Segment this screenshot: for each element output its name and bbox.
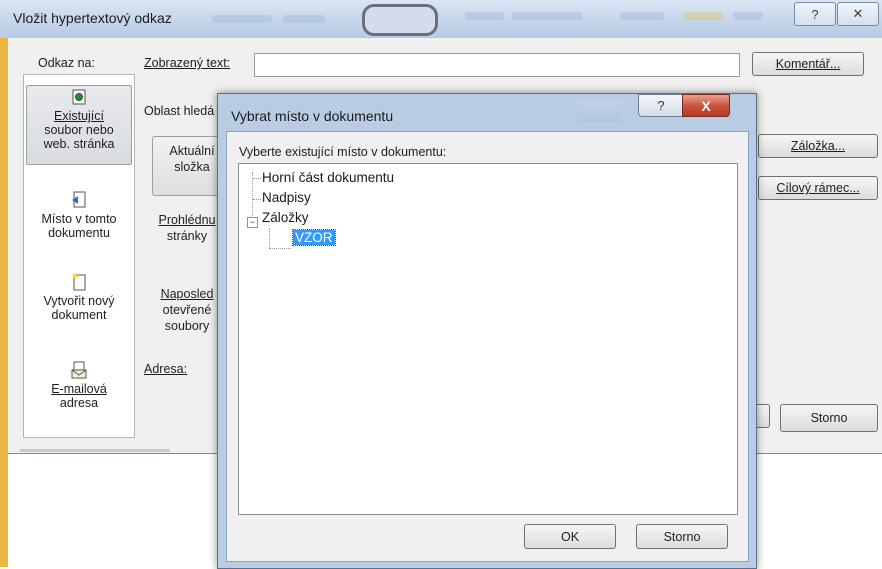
blurred-title-text <box>212 15 272 23</box>
modal-instruction: Vyberte existující místo v dokumentu: <box>239 145 447 159</box>
blurred-title-text <box>683 12 723 20</box>
modal-title: Vybrat místo v dokumentu <box>231 108 394 124</box>
bookmark-button[interactable]: Záložka... <box>758 134 878 158</box>
web-page-icon <box>71 88 87 106</box>
new-document-icon <box>71 273 87 291</box>
outer-dialog-title: Vložit hypertextový odkaz <box>13 10 172 26</box>
display-text-label: Zobrazený text: <box>144 56 231 70</box>
comment-button[interactable]: Komentář... <box>752 52 864 76</box>
modal-close-button[interactable]: X <box>682 94 730 117</box>
blurred-title-text <box>283 15 325 23</box>
display-text-input[interactable] <box>254 53 740 77</box>
outer-title-bar: Vložit hypertextový odkaz ? ✕ <box>0 0 882 38</box>
blurred-title-text <box>578 100 622 122</box>
email-icon <box>71 361 87 379</box>
tree-line <box>253 178 261 179</box>
sidebar-item-place-in-document[interactable]: Místo v tomto dokumentu <box>24 191 134 240</box>
modal-help-button[interactable]: ? <box>638 94 684 117</box>
left-accent-strip <box>0 0 8 567</box>
close-icon: ✕ <box>852 6 864 21</box>
tree-line <box>269 248 291 249</box>
ok-button-partial[interactable] <box>756 404 770 428</box>
tree-line <box>269 228 270 248</box>
target-frame-button[interactable]: Cílový rámec... <box>758 176 878 200</box>
blurred-status-strip <box>20 449 170 452</box>
help-icon: ? <box>811 6 819 22</box>
help-icon: ? <box>657 98 665 113</box>
link-to-label: Odkaz na: <box>38 56 95 70</box>
ok-button[interactable]: OK <box>524 524 616 549</box>
blurred-title-text <box>733 12 763 20</box>
blurred-title-text <box>620 12 665 20</box>
tree-item-vzor[interactable]: VZOR <box>292 229 336 246</box>
tree-item-top-of-document[interactable]: Horní část dokumentu <box>262 170 394 185</box>
tree-item-headings[interactable]: Nadpisy <box>262 190 311 205</box>
close-icon: X <box>701 97 711 114</box>
tree-line <box>252 172 253 222</box>
link-to-sidebar: Existující soubor nebo web. stránka Míst… <box>23 74 135 438</box>
browsed-pages-button[interactable]: Prohlédnu stránky <box>152 212 222 244</box>
recent-files-button[interactable]: Naposled otevřené soubory <box>152 286 222 334</box>
sidebar-item-existing-file[interactable]: Existující soubor nebo web. stránka <box>26 85 132 165</box>
collapse-icon[interactable]: − <box>247 217 258 228</box>
tree-line <box>253 199 261 200</box>
look-in-label: Oblast hledá <box>144 104 215 118</box>
place-tree[interactable]: Horní část dokumentu Nadpisy − Záložky V… <box>238 163 738 515</box>
modal-client-area: Vyberte existující místo v dokumentu: Ho… <box>226 131 749 562</box>
blurred-title-text <box>465 12 505 20</box>
place-in-document-icon <box>71 191 87 209</box>
sidebar-item-new-document[interactable]: Vytvořit nový dokument <box>24 273 134 322</box>
outer-close-button[interactable]: ✕ <box>837 2 879 26</box>
outer-cancel-button[interactable]: Storno <box>780 404 878 432</box>
title-bar-blurred-control <box>362 4 438 36</box>
sidebar-item-email[interactable]: E-mailová adresa <box>24 361 134 410</box>
outer-help-button[interactable]: ? <box>794 2 836 26</box>
modal-cancel-button[interactable]: Storno <box>636 524 728 549</box>
address-label: Adresa: <box>144 362 188 376</box>
blurred-title-text <box>512 12 582 20</box>
select-place-dialog: Vybrat místo v dokumentu ? X Vyberte exi… <box>217 93 757 569</box>
tree-item-bookmarks[interactable]: Záložky <box>262 210 309 225</box>
